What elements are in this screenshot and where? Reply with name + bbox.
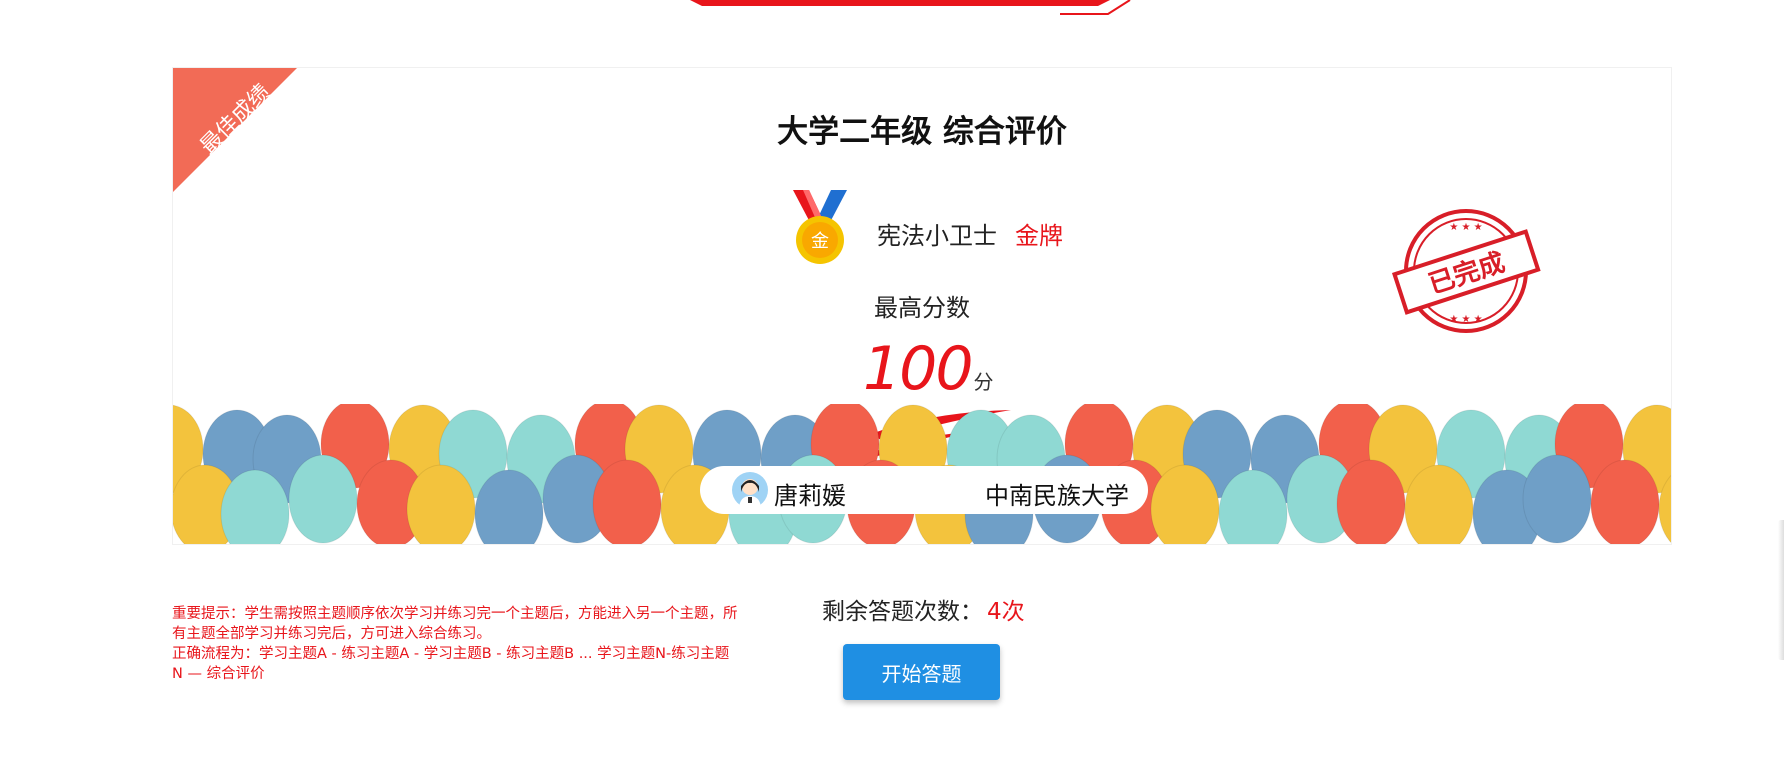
school-name: 中南民族大学 bbox=[985, 482, 1129, 510]
user-name: 唐莉媛 bbox=[774, 482, 846, 510]
balloon bbox=[1522, 454, 1592, 544]
result-card: 最佳成绩 大学二年级 综合评价 金 宪法小卫士 金牌 最高分数 100 分 已完成… bbox=[172, 67, 1672, 545]
user-info-pill: 唐莉媛 中南民族大学 bbox=[700, 466, 1148, 514]
completed-stamp: 已完成 ★ ★ ★ ★ ★ ★ bbox=[1391, 209, 1541, 333]
score-value: 100 bbox=[863, 334, 974, 404]
important-notice: 重要提示：学生需按照主题顺序依次学习并练习完一个主题后，方能进入另一个主题，所有… bbox=[172, 604, 738, 684]
medal-name: 宪法小卫士 bbox=[877, 222, 997, 250]
balloon bbox=[1336, 459, 1406, 544]
balloon bbox=[1590, 459, 1660, 544]
top-banner bbox=[690, 0, 1131, 15]
notice-line-1: 重要提示：学生需按照主题顺序依次学习并练习完一个主题后，方能进入另一个主题，所有… bbox=[172, 606, 738, 642]
medal-glyph: 金 bbox=[811, 231, 829, 252]
page-title: 大学二年级 综合评价 bbox=[777, 114, 1067, 150]
score-unit: 分 bbox=[973, 370, 994, 394]
notice-line-2: 正确流程为：学习主题A - 练习主题A - 学习主题B - 练习主题B ... … bbox=[172, 646, 730, 682]
avatar bbox=[732, 472, 768, 508]
balloon bbox=[1150, 464, 1220, 544]
scrollbar-edge[interactable] bbox=[1778, 520, 1784, 660]
medal-level: 金牌 bbox=[1015, 222, 1063, 250]
svg-text:★ ★ ★: ★ ★ ★ bbox=[1449, 314, 1482, 325]
balloon bbox=[592, 459, 662, 544]
start-quiz-button[interactable]: 开始答题 bbox=[843, 644, 1000, 700]
svg-text:★ ★ ★: ★ ★ ★ bbox=[1449, 222, 1482, 233]
remaining-attempts-value: 4次 bbox=[987, 599, 1025, 625]
remaining-attempts: 剩余答题次数： 4次 bbox=[822, 592, 1025, 626]
balloon bbox=[288, 454, 358, 544]
gold-medal-icon: 金 bbox=[793, 190, 847, 264]
balloon bbox=[406, 464, 476, 544]
remaining-attempts-label: 剩余答题次数： bbox=[822, 599, 983, 625]
balloon bbox=[1404, 464, 1474, 544]
score-display: 100 分 bbox=[863, 334, 994, 404]
